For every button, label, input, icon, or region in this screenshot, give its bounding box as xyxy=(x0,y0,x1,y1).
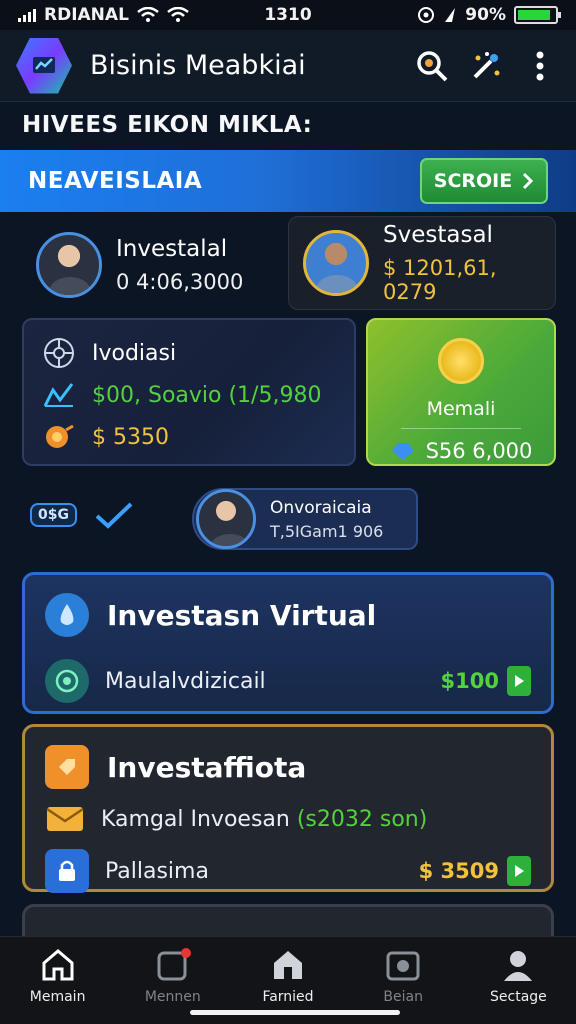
more-vert-icon[interactable] xyxy=(520,46,560,86)
person-card-2[interactable]: Svestasal $ 1201,61, 0279 xyxy=(288,216,556,310)
section-title: HIVEES EIKON MIKLA: xyxy=(22,112,313,138)
search-icon[interactable] xyxy=(412,46,452,86)
lock-icon xyxy=(45,849,89,893)
mini-row: 0$G xyxy=(30,500,135,530)
green-card-value: S56 6,000 xyxy=(425,439,533,463)
wifi-icon xyxy=(137,7,159,22)
nav-item-profile[interactable]: Sectage xyxy=(461,937,576,1024)
avatar xyxy=(303,230,369,296)
card-row2-text: Pallasima xyxy=(105,858,209,884)
banner-button[interactable]: SCROIE xyxy=(420,158,548,204)
house-icon xyxy=(274,951,302,979)
investment-card-virtual[interactable]: Investasn Virtual Maulalvdizicail $100 xyxy=(22,572,554,714)
card-title: Investasn Virtual xyxy=(107,598,377,632)
invest-card-title: Ivodiasi xyxy=(92,340,177,366)
nav-label: Farnied xyxy=(262,989,314,1005)
person-name: Svestasal xyxy=(383,222,493,248)
invest-card[interactable]: Ivodiasi $00, Soavio (1/5,980 $ 5350 xyxy=(22,318,356,466)
mail-icon xyxy=(46,807,84,831)
app-bar: Bisinis Meabkiai xyxy=(0,30,576,102)
home-indicator xyxy=(190,1010,400,1015)
nav-label: Beian xyxy=(383,989,423,1005)
coin-icon xyxy=(46,424,74,448)
drop-icon xyxy=(45,593,89,637)
nav-label: Mennen xyxy=(144,989,201,1005)
promo-banner: NEAVEISLAIA SCROIE xyxy=(0,150,576,212)
target-icon xyxy=(45,659,89,703)
green-card-label: Memali xyxy=(426,398,496,420)
camera-icon xyxy=(386,951,420,981)
play-icon[interactable] xyxy=(507,666,531,696)
magic-wand-icon[interactable] xyxy=(466,46,506,86)
play-icon[interactable] xyxy=(507,856,531,886)
card-row1-text: Kamgal Invoesan xyxy=(101,806,290,832)
person-amount: $ 1201,61, 0279 xyxy=(383,256,497,304)
tag-icon xyxy=(45,745,89,789)
mini-card-subtitle: T,5IGam1 906 xyxy=(270,521,384,541)
clock: 1310 xyxy=(264,5,312,25)
notification-icon xyxy=(157,948,191,981)
green-card[interactable]: Memali S56 6,000 xyxy=(366,318,556,466)
nav-label: Memain xyxy=(29,989,86,1005)
nav-label: Sectage xyxy=(490,989,547,1005)
card-row2-price: $ 3509 xyxy=(418,859,499,883)
status-badge: 0$G xyxy=(30,503,77,527)
invest-card-line1: $00, Soavio (1/5,980 xyxy=(92,382,322,408)
card-row-text: Maulalvdizicail xyxy=(105,668,266,694)
person-card-1[interactable]: Investalal 0 4:06,3000 xyxy=(22,222,280,308)
investment-card-affiota[interactable]: Investaffiota Kamgal Invoesan (s2032 son… xyxy=(22,724,554,893)
chart-icon xyxy=(43,383,74,407)
battery-icon xyxy=(514,6,561,24)
app-title: Bisinis Meabkiai xyxy=(90,50,306,81)
profile-icon xyxy=(504,951,533,981)
nav-item-home[interactable]: Memain xyxy=(0,937,115,1024)
banner-text: NEAVEISLAIA xyxy=(28,168,203,194)
signal-icon xyxy=(18,8,36,22)
card-price: $100 xyxy=(440,669,499,693)
gem-icon xyxy=(391,443,414,460)
chevron-right-icon xyxy=(523,172,534,190)
network-icon xyxy=(44,338,74,368)
avatar xyxy=(36,232,102,298)
card-title: Investaffiota xyxy=(107,750,307,784)
carrier-name: RDIANAL xyxy=(44,5,129,25)
banner-button-label: SCROIE xyxy=(433,170,513,192)
app-logo-icon[interactable] xyxy=(16,37,72,94)
alarm-icon xyxy=(418,7,435,23)
status-bar: RDIANAL 1310 90% xyxy=(0,0,576,30)
wifi-icon-secondary xyxy=(167,7,189,22)
coin-stack-icon xyxy=(438,338,484,384)
mini-profile-card[interactable]: Onvoraicaia T,5IGam1 906 xyxy=(192,488,418,550)
location-icon xyxy=(445,8,456,22)
card-row1-highlight: (s2032 son) xyxy=(296,806,428,832)
mini-card-title: Onvoraicaia xyxy=(270,497,372,518)
check-icon[interactable] xyxy=(93,500,135,530)
divider xyxy=(401,428,521,429)
avatar xyxy=(196,489,256,549)
person-amount: 0 4:06,3000 xyxy=(116,270,244,294)
battery-percent: 90% xyxy=(465,5,506,25)
person-name: Investalal xyxy=(116,236,228,262)
invest-card-line2: $ 5350 xyxy=(92,424,169,450)
home-icon xyxy=(42,949,74,981)
